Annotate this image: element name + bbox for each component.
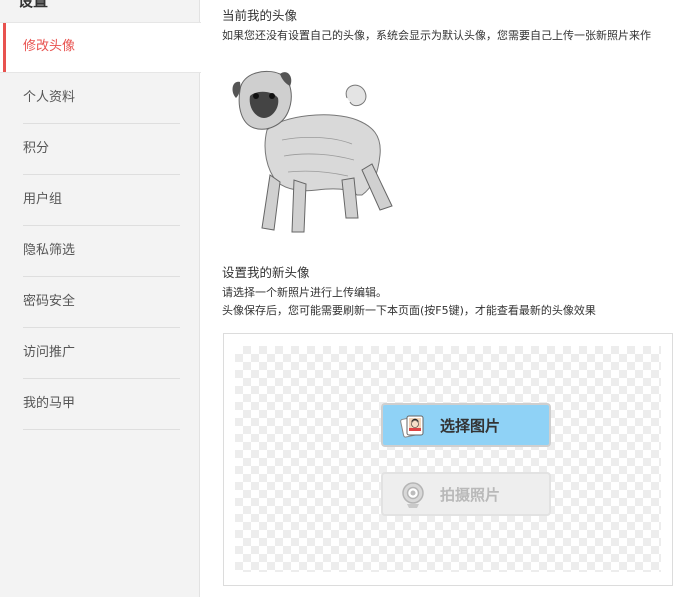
sidebar-item-label: 修改头像	[23, 39, 76, 54]
select-image-label: 选择图片	[440, 417, 501, 435]
sidebar-title: 设置	[18, 0, 49, 10]
sidebar-item-profile[interactable]: 个人资料	[23, 73, 180, 124]
avatar-upload-panel: 选择图片 拍摄照片	[223, 333, 673, 586]
new-avatar-refresh-note: 头像保存后，您可能需要刷新一下本页面(按F5键)，才能查看最新的头像效果	[222, 304, 596, 317]
sidebar-item-privacy-filter[interactable]: 隐私筛选	[23, 226, 180, 277]
sidebar-item-change-avatar[interactable]: 修改头像	[0, 22, 201, 73]
sidebar-item-label: 积分	[23, 141, 50, 156]
webcam-icon	[402, 482, 424, 508]
take-photo-button[interactable]: 拍摄照片	[381, 472, 551, 516]
sidebar-item-password-security[interactable]: 密码安全	[23, 277, 180, 328]
current-avatar-heading: 当前我的头像	[222, 8, 298, 23]
take-photo-label: 拍摄照片	[440, 486, 501, 504]
sidebar-item-label: 隐私筛选	[23, 243, 76, 258]
sidebar-item-points[interactable]: 积分	[23, 124, 180, 175]
sidebar-item-alt-accounts[interactable]: 我的马甲	[23, 379, 180, 430]
sidebar-item-label: 我的马甲	[23, 396, 76, 411]
sidebar-item-label: 个人资料	[23, 90, 76, 105]
active-indicator	[3, 23, 6, 72]
new-avatar-heading: 设置我的新头像	[222, 265, 310, 280]
new-avatar-instruction: 请选择一个新照片进行上传编辑。	[222, 286, 387, 299]
sidebar-item-label: 密码安全	[23, 294, 76, 309]
sidebar: 设置 修改头像 个人资料 积分 用户组 隐私筛选 密码安全 访问推广 我的马甲	[0, 0, 201, 597]
transparent-canvas-area: 选择图片 拍摄照片	[235, 346, 661, 572]
current-avatar-image	[222, 60, 427, 250]
current-avatar-note: 如果您还没有设置自己的头像，系统会显示为默认头像，您需要自己上传一张新照片来作	[222, 29, 651, 42]
sidebar-item-referral[interactable]: 访问推广	[23, 328, 180, 379]
sidebar-item-usergroup[interactable]: 用户组	[23, 175, 180, 226]
select-image-button[interactable]: 选择图片	[381, 403, 551, 447]
sidebar-item-label: 访问推广	[23, 345, 76, 360]
photo-icon	[400, 415, 424, 438]
sidebar-item-label: 用户组	[23, 192, 63, 207]
